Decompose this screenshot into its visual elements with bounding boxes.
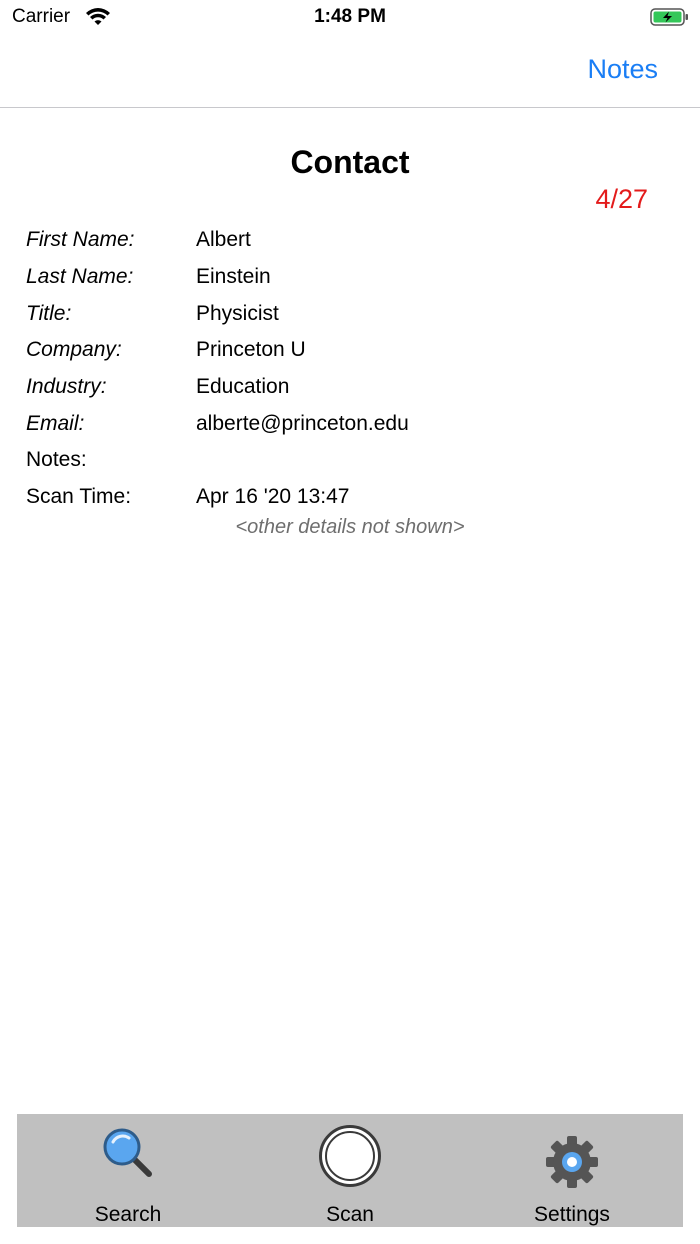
field-email: Email: alberte@princeton.edu <box>26 405 686 442</box>
field-last-name: Last Name: Einstein <box>26 259 686 296</box>
tab-label: Scan <box>326 1203 374 1226</box>
field-label: Notes: <box>26 448 87 472</box>
gear-icon <box>546 1136 598 1188</box>
contact-screen: Carrier 1:48 PM Notes Contact 4/27 First… <box>0 0 700 1244</box>
field-label: First Name: <box>26 228 135 252</box>
field-label: Scan Time: <box>26 485 132 509</box>
tab-settings[interactable]: Settings <box>461 1114 683 1227</box>
field-industry: Industry: Education <box>26 369 686 406</box>
field-value: Albert <box>196 228 251 252</box>
status-time: 1:48 PM <box>314 6 386 27</box>
field-label: Company: <box>26 338 122 362</box>
field-value: alberte@princeton.edu <box>196 411 409 435</box>
field-title: Title: Physicist <box>26 295 686 332</box>
navigation-bar: Notes <box>0 36 700 108</box>
field-value: Einstein <box>196 265 271 289</box>
field-scan-time: Scan Time: Apr 16 '20 13:47 <box>26 479 686 516</box>
field-label: Last Name: <box>26 265 134 289</box>
field-value: Education <box>196 375 290 399</box>
tab-label: Search <box>94 1203 162 1226</box>
notes-button[interactable]: Notes <box>587 54 658 85</box>
status-bar: Carrier 1:48 PM <box>0 0 700 36</box>
page-title: Contact <box>290 144 410 180</box>
field-value: Princeton U <box>196 338 306 362</box>
tab-label: Settings <box>534 1203 610 1226</box>
field-value: Physicist <box>196 301 279 325</box>
field-label: Industry: <box>26 375 107 399</box>
field-first-name: First Name: Albert <box>26 222 686 259</box>
field-value: Apr 16 '20 13:47 <box>196 485 350 509</box>
magnifier-icon <box>103 1128 152 1177</box>
battery-charging-icon <box>650 8 688 26</box>
tab-bar: Search Scan Settings <box>17 1114 683 1227</box>
field-company: Company: Princeton U <box>26 332 686 369</box>
other-details-note: <other details not shown> <box>235 516 465 538</box>
record-counter: 4/27 <box>595 184 648 214</box>
field-label: Email: <box>26 411 85 435</box>
tab-search[interactable]: Search <box>17 1114 239 1227</box>
tab-scan[interactable]: Scan <box>239 1114 461 1227</box>
contact-fields: First Name: Albert Last Name: Einstein T… <box>26 222 686 516</box>
scan-circle-icon <box>319 1125 381 1187</box>
field-label: Title: <box>26 301 72 325</box>
field-notes: Notes: <box>26 442 686 479</box>
